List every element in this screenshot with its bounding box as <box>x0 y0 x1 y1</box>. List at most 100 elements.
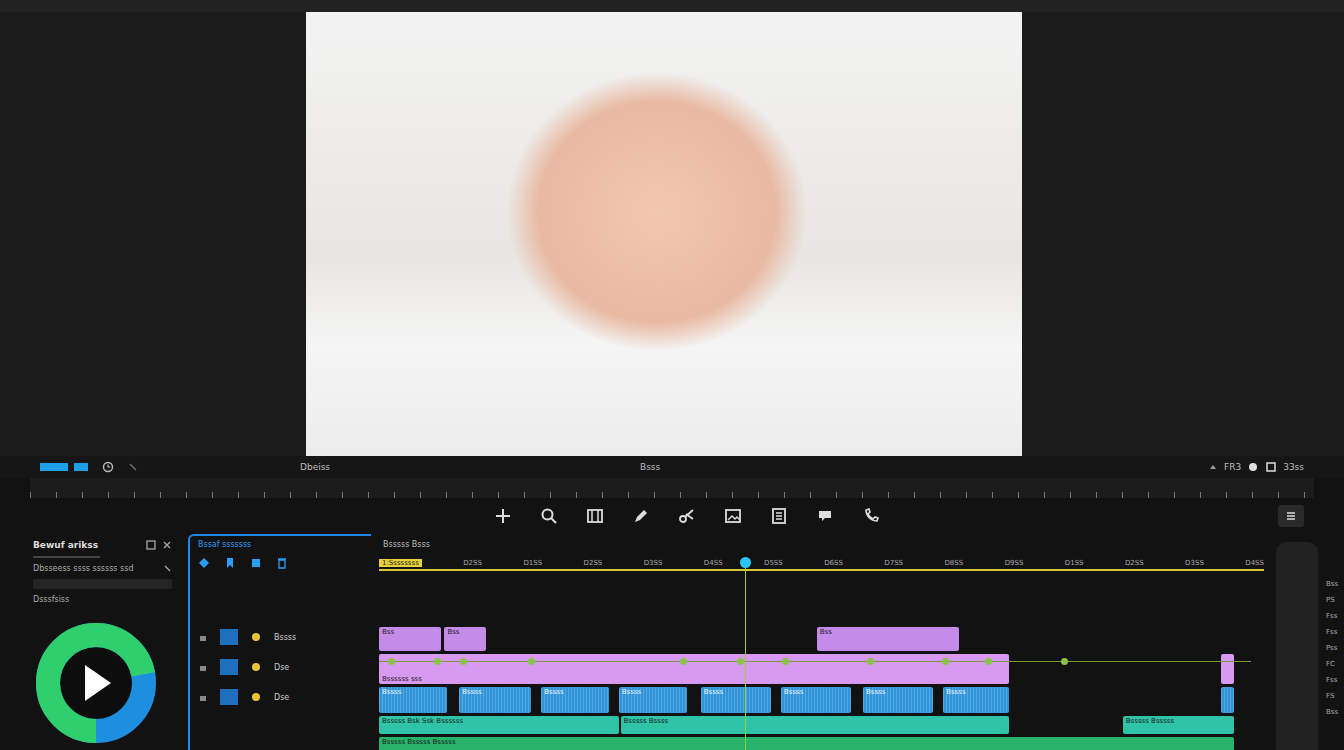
keyframe[interactable] <box>737 658 744 665</box>
ruler-label: D2SS <box>584 559 603 567</box>
eye-icon[interactable] <box>250 691 262 703</box>
timeline-clip[interactable]: Bsssss Bsk Ssk Bssssss <box>379 716 619 734</box>
settings-icon[interactable] <box>1247 461 1259 473</box>
play-icon[interactable] <box>85 665 111 701</box>
ruler-label: D4SS <box>704 559 723 567</box>
side-label[interactable]: Bss <box>1326 580 1344 588</box>
ruler-label: D2SS <box>1125 559 1144 567</box>
timeline-track: Bsssss Bsssss Bsssss <box>379 737 1251 750</box>
track-toggle[interactable] <box>220 689 238 705</box>
scrub-ruler[interactable] <box>30 478 1314 498</box>
export-icon[interactable] <box>816 507 834 525</box>
side-label[interactable]: Fss <box>1326 612 1344 620</box>
side-label[interactable]: FS <box>1326 692 1344 700</box>
effect-field[interactable] <box>33 579 172 589</box>
keyframe[interactable] <box>460 658 467 665</box>
effect-row[interactable]: Dsssfsiss <box>25 593 180 606</box>
eye-icon[interactable] <box>250 631 262 643</box>
snap-icon[interactable] <box>1265 461 1277 473</box>
search-icon[interactable] <box>540 507 558 525</box>
timeline-clip[interactable]: Bssss <box>781 687 851 713</box>
timeline-clip[interactable]: Bssssss sss <box>379 654 1009 684</box>
ruler-label: D6SS <box>824 559 843 567</box>
keyframe[interactable] <box>867 658 874 665</box>
timeline-clip[interactable]: Bssss <box>459 687 531 713</box>
pen-icon[interactable] <box>632 507 650 525</box>
timeline-track: Bssss Bssss Bssss Bssss Bssss Bssss Bssss Bssss <box>379 687 1251 713</box>
timeline-clip[interactable]: Bsssss Bsssss <box>1123 716 1234 734</box>
vertical-scrollbar[interactable] <box>1276 542 1318 750</box>
diamond-icon[interactable] <box>198 557 210 569</box>
lock-icon[interactable] <box>198 632 208 642</box>
divider <box>33 556 100 558</box>
timeline-clip[interactable]: Bssss <box>863 687 933 713</box>
keyframe[interactable] <box>942 658 949 665</box>
scale-label[interactable]: 33ss <box>1283 462 1304 472</box>
start-label: 1:Ssssssss <box>379 559 422 567</box>
side-label[interactable]: Pss <box>1326 644 1344 652</box>
timeline-clip[interactable]: Bssss <box>701 687 771 713</box>
track-header[interactable]: Dse <box>198 689 363 705</box>
track-toggle[interactable] <box>220 659 238 675</box>
timeline-clip[interactable]: Bssss <box>619 687 687 713</box>
track-header[interactable]: Bssss <box>198 629 363 645</box>
timeline-clip[interactable]: Bss <box>817 627 959 651</box>
playhead-handle[interactable] <box>740 557 751 568</box>
film-icon[interactable] <box>250 557 262 569</box>
side-label[interactable]: Bss <box>1326 708 1344 716</box>
keyframe[interactable] <box>1061 658 1068 665</box>
audio-icon[interactable] <box>862 507 880 525</box>
effect-row[interactable]: Dbsseess ssss ssssss ssd <box>25 562 180 575</box>
marker-icon[interactable] <box>1208 462 1218 472</box>
cut-icon[interactable] <box>678 507 696 525</box>
ruler-label: D2SS <box>463 559 482 567</box>
lock-icon[interactable] <box>198 692 208 702</box>
editor-panels: Bewuf arikssDbsseess ssss ssssss ssdDsss… <box>0 534 1344 750</box>
arrow-icon[interactable] <box>163 564 172 573</box>
ruler-label: D3SS <box>1185 559 1204 567</box>
zoom-label[interactable]: FR3 <box>1224 462 1241 472</box>
timeline-clip[interactable] <box>1221 687 1233 713</box>
timeline-clip[interactable]: Bsssss Bssss <box>621 716 1009 734</box>
level-meter[interactable] <box>29 616 163 750</box>
undo-icon[interactable] <box>128 462 138 472</box>
eye-icon[interactable] <box>250 661 262 673</box>
lock-icon[interactable] <box>198 662 208 672</box>
menu-button[interactable] <box>1278 505 1304 527</box>
timeline-clip[interactable]: Bss <box>379 627 441 651</box>
side-label[interactable]: Fss <box>1326 628 1344 636</box>
image-icon[interactable] <box>724 507 742 525</box>
clip-icon[interactable] <box>770 507 788 525</box>
playhead[interactable] <box>745 557 746 750</box>
view-tab[interactable] <box>74 463 88 471</box>
timeline-clip[interactable]: Bssss <box>943 687 1008 713</box>
add-icon[interactable] <box>494 507 512 525</box>
timeline-clip[interactable]: Bsssss Bsssss Bsssss <box>379 737 1234 750</box>
bookmark-icon[interactable] <box>224 557 236 569</box>
side-labels: Bss PS Fss Fss Pss FC Fss FS Bss <box>1326 534 1344 750</box>
timeline-clip[interactable] <box>1221 654 1233 684</box>
video-editor: DbeissBsssFR333ssBewuf arikssDbsseess ss… <box>0 0 1344 750</box>
tracks-panel: Bssaf sssssssBssssDseDse <box>188 534 371 750</box>
side-label[interactable]: Fss <box>1326 676 1344 684</box>
film-icon[interactable] <box>586 507 604 525</box>
delete-icon[interactable] <box>276 557 288 569</box>
track-toggle[interactable] <box>220 629 238 645</box>
time-ruler[interactable]: 1:SsssssssD2SSD1SSD2SSD3SSD4SSD5SSD6SSD7… <box>379 557 1264 571</box>
mode-label: Bsss <box>620 462 1208 472</box>
tool-bar <box>0 498 1344 534</box>
top-bar <box>0 0 1344 12</box>
track-header[interactable]: Dse <box>198 659 363 675</box>
timeline-clip[interactable]: Bssss <box>541 687 609 713</box>
side-label[interactable]: PS <box>1326 596 1344 604</box>
side-label[interactable]: FC <box>1326 660 1344 668</box>
keyframe[interactable] <box>528 658 535 665</box>
timeline-track: Bssssss sss <box>379 654 1251 684</box>
close-icon[interactable] <box>162 540 172 550</box>
view-tab[interactable] <box>40 463 68 471</box>
timeline-clip[interactable]: Bss <box>444 627 486 651</box>
timeline-clip[interactable]: Bssss <box>379 687 447 713</box>
keyframe[interactable] <box>985 658 992 665</box>
clock-icon[interactable] <box>102 461 114 473</box>
save-icon[interactable] <box>146 540 156 550</box>
